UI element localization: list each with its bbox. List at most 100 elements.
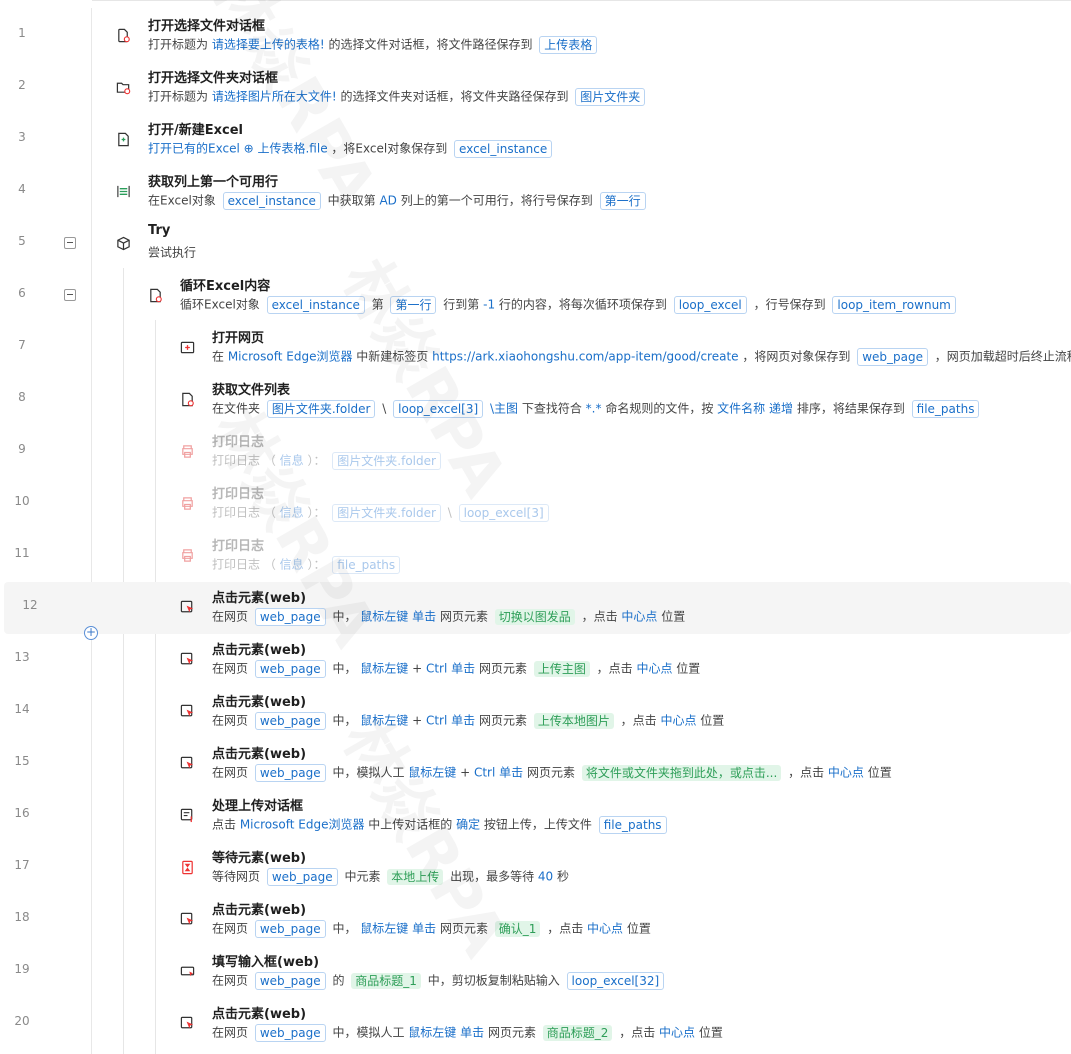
variable-token[interactable]: 图片文件夹 [575,87,646,106]
parameter-value[interactable]: 鼠标左键 [360,714,408,728]
parameter-value[interactable]: Microsoft Edge浏览器 [240,818,365,832]
step-row-18[interactable]: 18 点击元素(web) 在网页 web_page 中， 鼠标左键 单击 网页元素 … [0,894,1071,946]
element-token[interactable]: 将文件或文件夹拖到此处，或点击... [581,764,782,781]
parameter-value[interactable]: 单击 [460,1026,484,1040]
parameter-value[interactable]: Ctrl [426,662,447,676]
variable-token[interactable]: file_paths [332,555,401,574]
step-row-8[interactable]: 8 获取文件列表 在文件夹 图片文件夹.folder \ loop_excel[3]… [0,374,1071,426]
step-row-19[interactable]: 19 填写输入框(web) 在网页 web_page 的 商品标题_1 中，剪切板复… [0,946,1071,998]
variable-token[interactable]: 上传表格 [539,35,598,54]
variable-token[interactable]: 图片文件夹.folder [332,503,441,522]
step-row-20[interactable]: 20 点击元素(web) 在网页 web_page 中，模拟人工 鼠标左键 单击 网… [0,998,1071,1050]
step-row-12[interactable]: 12 点击元素(web) 在网页 web_page 中， 鼠标左键 单击 网页元素 … [4,582,1071,634]
element-token[interactable]: 本地上传 [387,868,444,885]
variable-token[interactable]: excel_instance [454,139,553,158]
parameter-value[interactable]: 中心点 [587,922,623,936]
step-row-6[interactable]: 6 循环Excel内容 循环Excel对象 excel_instance 第 第一行… [0,270,1071,322]
parameter-value[interactable]: https://ark.xiaohongshu.com/app-item/goo… [432,350,738,364]
variable-token[interactable]: web_page [254,919,326,938]
step-row-4[interactable]: 4 获取列上第一个可用行 在Excel对象 excel_instance 中获取第 … [0,166,1071,218]
parameter-value[interactable]: 单击 [451,714,475,728]
parameter-value[interactable]: Ctrl [426,714,447,728]
parameter-value[interactable]: 单击 [412,922,436,936]
parameter-value[interactable]: 鼠标左键 [360,610,408,624]
parameter-value[interactable]: Microsoft Edge浏览器 [228,350,353,364]
parameter-value[interactable]: Ctrl [474,766,495,780]
parameter-value[interactable]: AD [379,194,396,208]
element-token[interactable]: 切换以图发品 [494,608,575,625]
description-text: 的选择文件夹对话框，将文件夹路径保存到 [336,89,573,104]
parameter-value[interactable]: -1 [483,298,495,312]
element-token[interactable]: 上传主图 [533,660,590,677]
parameter-value[interactable]: 打开已有的Excel [148,142,240,156]
collapse-toggle[interactable] [64,237,76,249]
variable-token[interactable]: excel_instance [222,191,321,210]
parameter-value[interactable]: 中心点 [828,766,864,780]
parameter-value[interactable]: 40 [538,870,553,884]
parameter-value[interactable]: 递增 [769,402,793,416]
variable-token[interactable]: 第一行 [390,295,437,314]
parameter-value[interactable]: *.* [586,402,602,416]
variable-token[interactable]: web_page [254,1023,326,1042]
step-row-14[interactable]: 14 点击元素(web) 在网页 web_page 中， 鼠标左键 + Ctrl 单… [0,686,1071,738]
parameter-value[interactable]: 单击 [499,766,523,780]
collapse-toggle[interactable] [64,289,76,301]
variable-token[interactable]: web_page [254,711,326,730]
step-row-3[interactable]: 3 打开/新建Excel 打开已有的Excel ⊕ 上传表格.file ，将Exce… [0,114,1071,166]
step-row-9[interactable]: 9 打印日志 打印日志 （ 信息 ）： 图片文件夹.folder [0,426,1071,478]
parameter-value[interactable]: 请选择要上传的表格! [212,38,325,52]
parameter-value[interactable]: 请选择图片所在大文件! [212,90,337,104]
variable-token[interactable]: loop_excel[3] [393,399,484,418]
step-row-11[interactable]: 11 打印日志 打印日志 （ 信息 ）： file_paths [0,530,1071,582]
parameter-value[interactable]: 中心点 [660,714,696,728]
variable-token[interactable]: 图片文件夹.folder [332,451,441,470]
parameter-value[interactable]: 鼠标左键 [360,922,408,936]
step-row-7[interactable]: 7 打开网页在 Microsoft Edge浏览器 中新建标签页 https://… [0,322,1071,374]
variable-token[interactable]: loop_excel[3] [458,503,549,522]
variable-token[interactable]: web_page [857,347,928,366]
variable-token[interactable]: 第一行 [599,191,646,210]
variable-token[interactable]: 图片文件夹.folder [266,399,376,418]
variable-token[interactable]: web_page [254,763,326,782]
line-number: 11 [14,546,30,560]
parameter-value[interactable]: 信息 [280,558,304,572]
step-row-1[interactable]: 1 打开选择文件对话框 打开标题为 请选择要上传的表格! 的选择文件对话框，将文件路… [0,10,1071,62]
parameter-value[interactable]: 信息 [280,506,304,520]
variable-token[interactable]: web_page [266,867,338,886]
add-step-button[interactable]: + [84,626,98,640]
parameter-value[interactable]: 单击 [412,610,436,624]
parameter-value[interactable]: ⊕ 上传表格.file [244,142,328,156]
step-row-5[interactable]: 5 Try 尝试执行 [0,218,1071,270]
step-row-10[interactable]: 10 打印日志 打印日志 （ 信息 ）： 图片文件夹.folder \ loop_e… [0,478,1071,530]
step-row-16[interactable]: 16 处理上传对话框 点击 Microsoft Edge浏览器 中上传对话框的 确定… [0,790,1071,842]
element-token[interactable]: 上传本地图片 [533,712,614,729]
variable-token[interactable]: loop_item_rownum [832,295,956,314]
parameter-value[interactable]: 文件名称 [717,402,765,416]
variable-token[interactable]: loop_excel[32] [566,971,665,990]
variable-token[interactable]: web_page [254,659,326,678]
parameter-value[interactable]: 鼠标左键 [408,1026,456,1040]
parameter-value[interactable]: 中心点 [659,1026,695,1040]
element-token[interactable]: 商品标题_1 [351,972,421,989]
parameter-value[interactable]: 信息 [280,454,304,468]
parameter-value[interactable]: 中心点 [636,662,672,676]
element-token[interactable]: 确认_1 [494,920,541,937]
variable-token[interactable]: excel_instance [266,295,365,314]
parameter-value[interactable]: 鼠标左键 [408,766,456,780]
step-row-17[interactable]: 17 等待元素(web) 等待网页 web_page 中元素 本地上传 出现，最多等… [0,842,1071,894]
variable-token[interactable]: web_page [254,971,326,990]
step-row-2[interactable]: 2 打开选择文件夹对话框 打开标题为 请选择图片所在大文件! 的选择文件夹对话框，将… [0,62,1071,114]
step-row-13[interactable]: 13 点击元素(web) 在网页 web_page 中， 鼠标左键 + Ctrl 单… [0,634,1071,686]
variable-token[interactable]: loop_excel [673,295,747,314]
step-row-15[interactable]: 15 点击元素(web) 在网页 web_page 中，模拟人工 鼠标左键 + Ct… [0,738,1071,790]
parameter-value[interactable]: 中心点 [621,610,657,624]
parameter-value[interactable]: \主图 [486,402,518,416]
element-token[interactable]: 商品标题_2 [542,1024,613,1041]
variable-token[interactable]: web_page [254,607,326,626]
variable-token[interactable]: file_paths [598,815,667,834]
variable-token[interactable]: file_paths [911,399,980,418]
parameter-value[interactable]: 确定 [456,818,480,832]
parameter-value[interactable]: 单击 [451,662,475,676]
click-element-icon [180,600,195,615]
parameter-value[interactable]: 鼠标左键 [360,662,408,676]
